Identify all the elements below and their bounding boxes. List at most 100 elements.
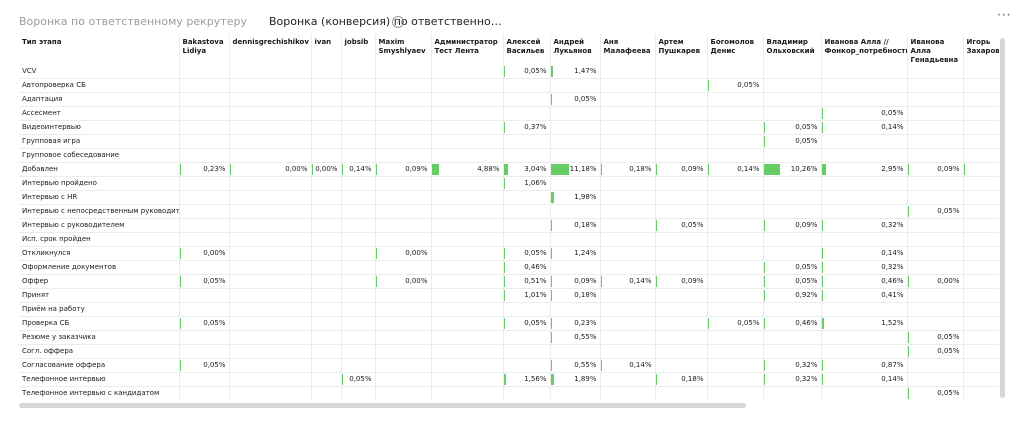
table-cell bbox=[430, 120, 503, 135]
table-cell bbox=[706, 218, 763, 233]
table-cell bbox=[374, 134, 431, 149]
table-cell bbox=[430, 344, 503, 359]
table-cell bbox=[599, 120, 655, 135]
column-header[interactable]: ivan bbox=[310, 34, 341, 65]
table-cell bbox=[906, 358, 963, 373]
table-cell bbox=[178, 78, 229, 93]
table-cell bbox=[906, 65, 963, 79]
value-bar bbox=[601, 276, 602, 287]
row-label: Интервью с руководителем bbox=[19, 218, 179, 233]
table-cell bbox=[820, 78, 907, 93]
column-header[interactable]: Владимир Ольховский bbox=[762, 34, 821, 65]
table-cell bbox=[430, 204, 503, 219]
table-cell bbox=[430, 176, 503, 191]
table-cell bbox=[654, 316, 707, 331]
column-header[interactable]: Игорь Захаров bbox=[962, 34, 999, 65]
value-bar bbox=[342, 164, 343, 175]
value-bar bbox=[822, 220, 823, 231]
vertical-scrollbar[interactable] bbox=[1000, 38, 1005, 398]
table-cell bbox=[310, 232, 341, 247]
cell-value: 0,05% bbox=[737, 319, 760, 327]
table-cell bbox=[374, 78, 431, 93]
table-cell bbox=[228, 246, 311, 261]
column-header[interactable]: Аня Малафеева bbox=[599, 34, 655, 65]
column-header[interactable]: Bakastova Lidiya bbox=[178, 34, 229, 65]
tab-recruiter-funnel[interactable]: Воронка по ответственному рекрутеру bbox=[19, 13, 247, 31]
column-header[interactable]: Алексей Васильев bbox=[502, 34, 550, 65]
table-cell: 1,89% bbox=[549, 372, 600, 387]
table-cell: 0,46% bbox=[762, 316, 821, 331]
table-cell bbox=[178, 120, 229, 135]
table-row: Телефонное интервью 0,05% 1,56% 1,89% 0,18% 0… bbox=[19, 372, 999, 387]
table-cell bbox=[706, 176, 763, 191]
table-cell: 0,18% bbox=[549, 218, 600, 233]
question-circle-icon[interactable]: ? bbox=[392, 16, 404, 28]
table-cell bbox=[599, 372, 655, 387]
table-cell bbox=[374, 106, 431, 121]
table-cell bbox=[310, 218, 341, 233]
table-cell bbox=[228, 330, 311, 345]
table-cell bbox=[654, 176, 707, 191]
table-cell bbox=[906, 120, 963, 135]
cell-value: 0,14% bbox=[349, 165, 372, 173]
table-cell bbox=[374, 358, 431, 373]
cell-value: 0,18% bbox=[574, 221, 597, 229]
row-label: Интервью с HR bbox=[19, 190, 179, 205]
column-header[interactable]: Иванова Алла Генадьевна bbox=[906, 34, 963, 65]
column-header[interactable]: Администратор Тест Лента bbox=[430, 34, 503, 65]
table-cell bbox=[599, 92, 655, 107]
table-cell bbox=[706, 372, 763, 387]
table-cell bbox=[906, 148, 963, 163]
table-cell bbox=[706, 190, 763, 205]
table-cell bbox=[599, 232, 655, 247]
table-cell bbox=[178, 176, 229, 191]
table-cell bbox=[706, 274, 763, 289]
column-header[interactable]: jobsib bbox=[340, 34, 375, 65]
more-horizontal-icon[interactable]: ··· bbox=[997, 8, 1011, 22]
tab-conversion-funnel[interactable]: Воронка (конверсия) по ответственно… bbox=[269, 13, 502, 31]
column-header[interactable]: Иванова Алла // Фонкор_потребности bbox=[820, 34, 907, 65]
column-header[interactable]: Андрей Лукьянов bbox=[549, 34, 600, 65]
table-cell bbox=[906, 218, 963, 233]
table-cell bbox=[820, 92, 907, 107]
table-cell: 0,05% bbox=[906, 204, 963, 219]
cell-value: 1,52% bbox=[881, 319, 904, 327]
value-bar bbox=[551, 66, 553, 77]
horizontal-scrollbar[interactable] bbox=[19, 403, 746, 408]
cell-value: 0,05% bbox=[524, 67, 547, 75]
table-cell bbox=[374, 302, 431, 317]
column-header-stage[interactable]: Тип этапа bbox=[19, 34, 179, 65]
table-cell: 0,05% bbox=[762, 120, 821, 135]
table-cell bbox=[340, 246, 375, 261]
table-cell: 0,55% bbox=[549, 330, 600, 345]
table-cell: 0,05% bbox=[549, 92, 600, 107]
table-cell: 0,23% bbox=[178, 162, 229, 177]
table-cell: 0,05% bbox=[502, 316, 550, 331]
column-header[interactable]: Артем Пушкарев bbox=[654, 34, 707, 65]
column-header[interactable]: Maxim Smyshlyaev bbox=[374, 34, 431, 65]
table-cell bbox=[430, 316, 503, 331]
table-cell bbox=[906, 246, 963, 261]
cell-value: 1,47% bbox=[574, 67, 597, 75]
column-header[interactable]: dennisgrechishikov bbox=[228, 34, 311, 65]
table-cell bbox=[340, 204, 375, 219]
table-cell bbox=[430, 246, 503, 261]
table-cell bbox=[762, 176, 821, 191]
table-cell: 0,87% bbox=[820, 358, 907, 373]
table-cell bbox=[549, 78, 600, 93]
table-cell bbox=[706, 288, 763, 303]
table-cell: 1,52% bbox=[820, 316, 907, 331]
value-bar bbox=[551, 94, 552, 105]
table-cell bbox=[310, 386, 341, 399]
column-header[interactable]: Богомолов Денис bbox=[706, 34, 763, 65]
value-bar bbox=[764, 318, 765, 329]
table-cell bbox=[502, 106, 550, 121]
table-cell bbox=[654, 106, 707, 121]
table-row: Видеоинтервью 0,37% 0,05% 0,14% bbox=[19, 120, 999, 135]
table-cell bbox=[310, 120, 341, 135]
table-cell: 0,00% bbox=[310, 162, 341, 177]
table-cell bbox=[502, 232, 550, 247]
row-label: VCV bbox=[19, 65, 179, 79]
cell-value: 0,32% bbox=[795, 361, 818, 369]
table-cell bbox=[310, 316, 341, 331]
